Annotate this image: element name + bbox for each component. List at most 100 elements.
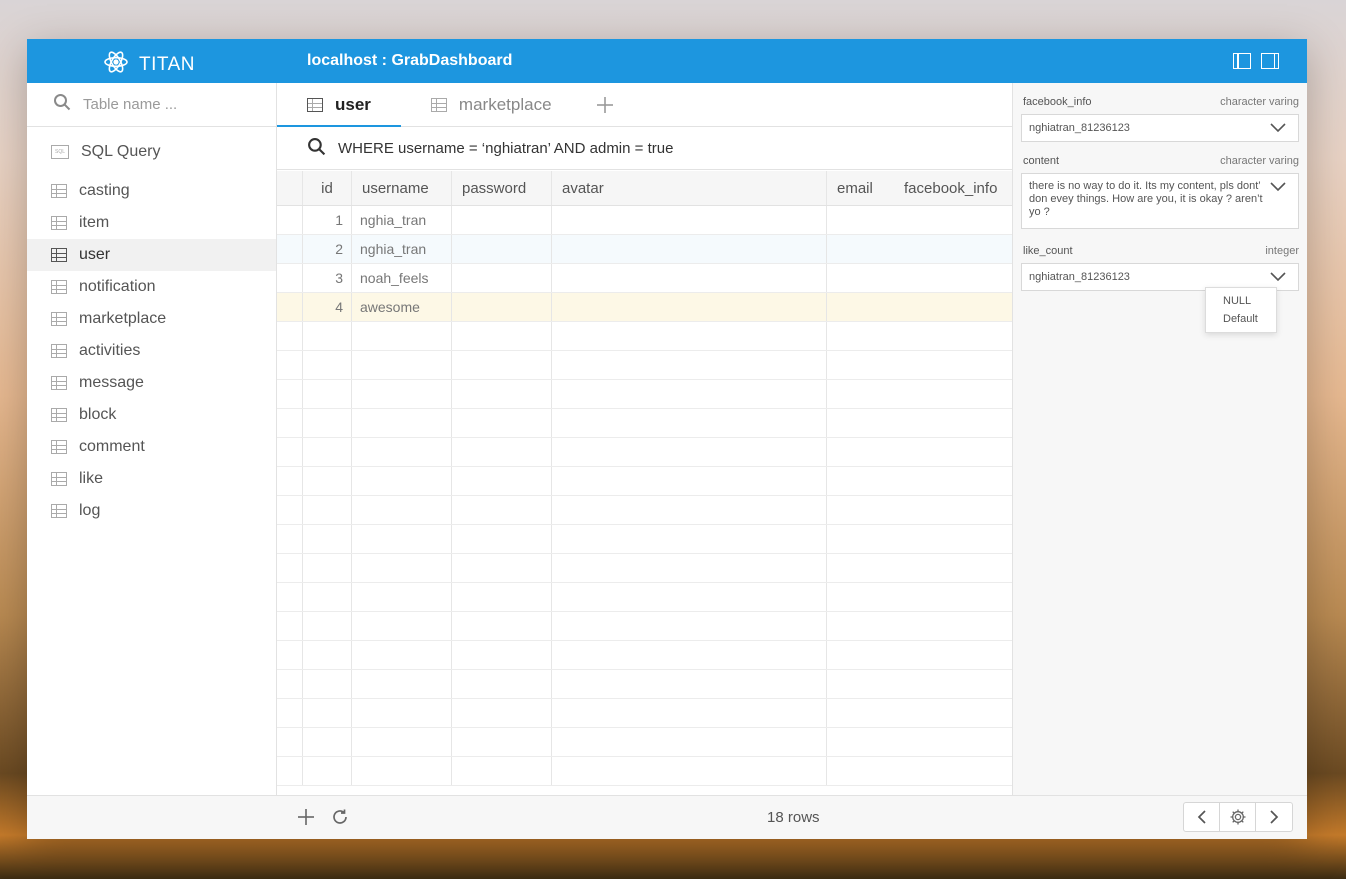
row-selector-header [277,171,303,205]
empty-row [277,699,1012,728]
sidebar-item-item[interactable]: item [27,207,276,239]
field-type: character varing [1220,96,1299,108]
sidebar-item-label: marketplace [79,310,167,327]
table-list: SQL SQL Query casting item user notifica… [27,127,276,527]
cell-id[interactable]: 1 [303,206,352,234]
chevron-down-icon[interactable] [1270,182,1286,192]
footer-bar: 18 rows [27,795,1307,839]
search-icon [53,93,71,116]
data-grid: id username password avatar email facebo… [277,171,1012,794]
previous-page-button[interactable] [1184,803,1220,831]
table-search-input[interactable] [83,96,263,113]
empty-row [277,438,1012,467]
dropdown-option-null[interactable]: NULL [1206,292,1276,310]
refresh-icon [333,809,347,824]
sidebar-item-block[interactable]: block [27,399,276,431]
sidebar-item-like[interactable]: like [27,463,276,495]
sidebar-item-label: user [79,246,111,263]
chevron-right-icon [1270,810,1279,824]
cell-username[interactable]: noah_feels [352,264,452,292]
tab-marketplace[interactable]: marketplace [401,83,582,126]
empty-row [277,612,1012,641]
sidebar-item-label: SQL Query [81,143,161,160]
column-header-username[interactable]: username [352,171,452,205]
facebook-info-field[interactable]: nghiatran_81236123 [1021,114,1299,142]
sidebar-item-label: like [79,470,104,487]
table-row[interactable]: 2 nghia_tran [277,235,1012,264]
chevron-down-icon[interactable] [1270,272,1286,282]
settings-button[interactable] [1220,803,1256,831]
column-header-avatar[interactable]: avatar [552,171,827,205]
table-icon [51,312,67,326]
search-icon [307,137,326,160]
table-icon [430,97,447,112]
sql-icon: SQL [51,145,69,159]
value-dropdown-menu: NULL Default [1205,287,1277,333]
empty-row [277,322,1012,351]
sidebar-item-user[interactable]: user [27,239,276,271]
sidebar-item-notification[interactable]: notification [27,271,276,303]
table-icon [51,280,67,294]
table-row[interactable]: 4 awesome [277,293,1012,322]
panel-toggles [1233,53,1279,69]
sidebar-item-log[interactable]: log [27,495,276,527]
toggle-left-panel-icon[interactable] [1233,53,1251,69]
empty-row [277,409,1012,438]
sidebar-item-casting[interactable]: casting [27,175,276,207]
table-icon [51,440,67,454]
cell-username[interactable]: nghia_tran [352,235,452,263]
cell-id[interactable]: 4 [303,293,352,321]
sidebar-item-sql-query[interactable]: SQL SQL Query [27,135,276,169]
tab-label: user [335,94,371,114]
tab-label: marketplace [458,94,552,114]
empty-row [277,525,1012,554]
add-tab-button[interactable] [582,83,628,126]
table-icon [51,216,67,230]
empty-row [277,583,1012,612]
column-header-facebook-info[interactable]: facebook_info [894,171,1012,205]
plus-icon [298,809,314,825]
row-detail-panel: facebook_info character varing nghiatran… [1012,83,1307,795]
content-field[interactable]: there is no way to do it. Its my content… [1021,173,1299,229]
column-header-id[interactable]: id [303,171,352,205]
filter-query[interactable]: WHERE username = ‘nghiatran’ AND admin =… [338,140,673,157]
cell-username[interactable]: awesome [352,293,452,321]
sidebar-item-label: casting [79,182,130,199]
next-page-button[interactable] [1256,803,1292,831]
add-row-button[interactable] [297,808,315,831]
chevron-left-icon [1197,810,1206,824]
table-row[interactable]: 3 noah_feels [277,264,1012,293]
filter-bar[interactable]: WHERE username = ‘nghiatran’ AND admin =… [277,127,1012,170]
table-icon [51,472,67,486]
column-header-password[interactable]: password [452,171,552,205]
sidebar-item-label: comment [79,438,145,455]
refresh-button[interactable] [331,808,349,831]
table-icon [307,97,323,112]
chevron-down-icon[interactable] [1270,123,1286,133]
table-icon [51,248,67,262]
empty-row [277,554,1012,583]
dropdown-option-default[interactable]: Default [1206,310,1276,328]
sidebar-item-comment[interactable]: comment [27,431,276,463]
field-facebook-info: facebook_info character varing nghiatran… [1013,83,1307,142]
table-icon [51,344,67,358]
row-count: 18 rows [767,809,820,826]
sidebar: SQL SQL Query casting item user notifica… [27,83,277,839]
sidebar-item-message[interactable]: message [27,367,276,399]
tab-user[interactable]: user [277,83,401,127]
field-type: integer [1265,245,1299,257]
cell-username[interactable]: nghia_tran [352,206,452,234]
empty-row [277,380,1012,409]
toggle-right-panel-icon[interactable] [1261,53,1279,69]
column-header-email[interactable]: email [827,171,894,205]
table-row[interactable]: 1 nghia_tran [277,206,1012,235]
app-window: TITAN localhost : GrabDashboard SQL SQL … [27,39,1307,839]
sidebar-item-marketplace[interactable]: marketplace [27,303,276,335]
connection-title: localhost : GrabDashboard [307,52,513,69]
field-like-count: like_count integer nghiatran_81236123 [1013,229,1307,291]
sidebar-item-activities[interactable]: activities [27,335,276,367]
cell-id[interactable]: 3 [303,264,352,292]
atom-logo-icon [103,49,129,80]
cell-id[interactable]: 2 [303,235,352,263]
sidebar-item-label: notification [79,278,156,295]
